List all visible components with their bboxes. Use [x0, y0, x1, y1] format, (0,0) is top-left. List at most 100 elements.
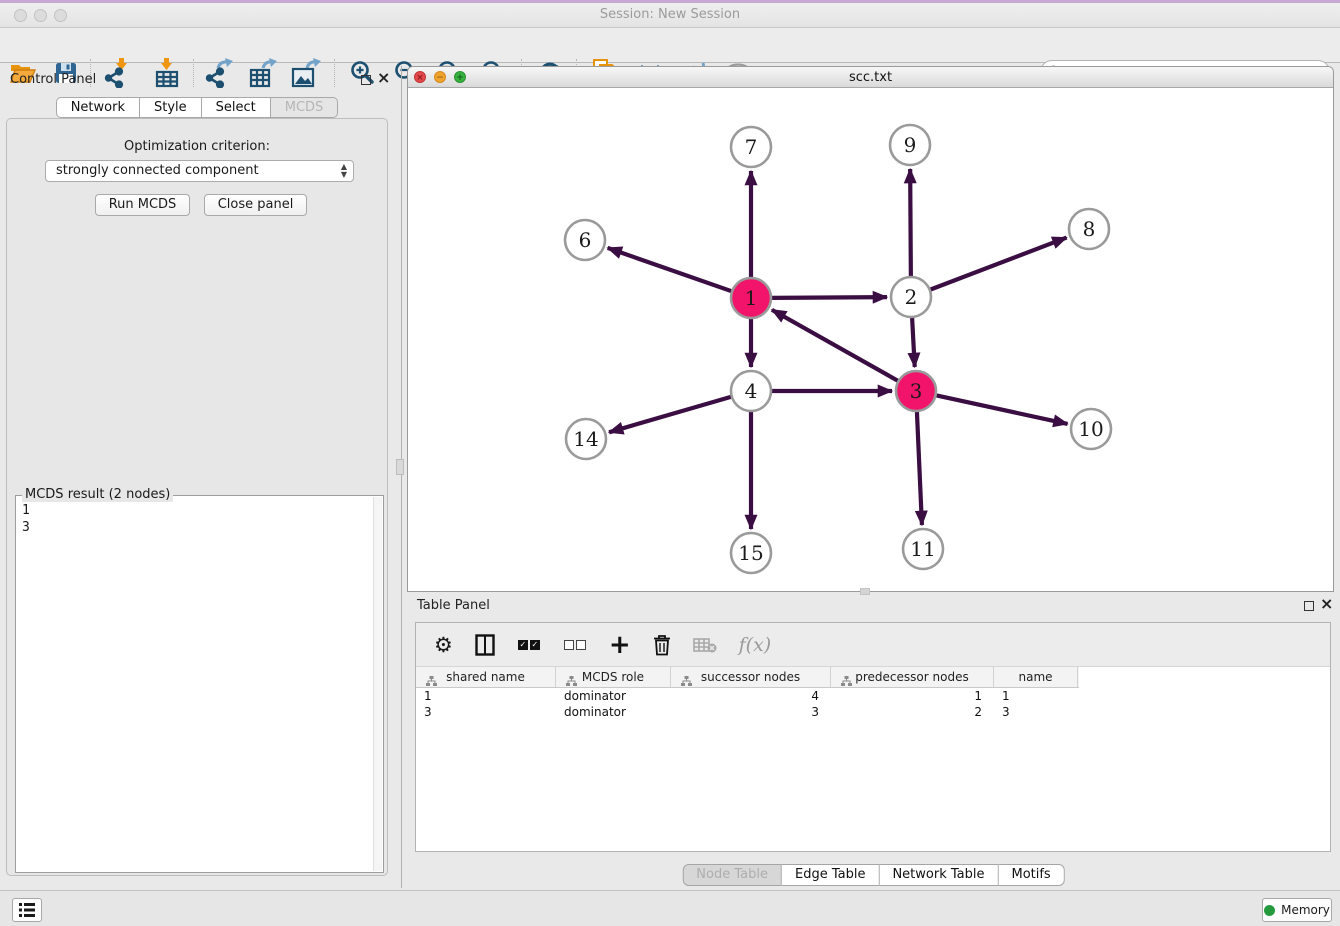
table-cell[interactable]: 1: [994, 688, 1078, 704]
graph-node-11[interactable]: 11: [903, 529, 943, 569]
graph-node-7[interactable]: 7: [731, 127, 771, 167]
node-label: 3: [910, 379, 923, 403]
table-row[interactable]: 3dominator323: [416, 704, 1079, 720]
column-header-name[interactable]: name: [994, 667, 1078, 687]
table-cell[interactable]: 2: [831, 704, 994, 720]
show-panels-button[interactable]: [12, 898, 42, 922]
add-column-button[interactable]: +: [609, 630, 631, 660]
panel-divider: [401, 66, 402, 888]
node-label: 6: [579, 228, 592, 252]
tab-network-table[interactable]: Network Table: [879, 864, 998, 886]
tab-style[interactable]: Style: [140, 97, 202, 118]
graph-node-14[interactable]: 14: [566, 419, 606, 459]
table-cell[interactable]: 1: [831, 688, 994, 704]
network-canvas[interactable]: 1 2 3 4 6 7 8 9 10 11 14 15: [408, 88, 1333, 591]
tab-network[interactable]: Network: [56, 97, 140, 118]
edge-1-2[interactable]: [772, 297, 887, 298]
network-window-titlebar[interactable]: × − + scc.txt: [408, 67, 1333, 88]
tab-mcds[interactable]: MCDS: [271, 97, 339, 118]
table-toolbar: ⚙ ✓✓ +: [416, 623, 1330, 667]
mcds-result-text[interactable]: 13: [16, 498, 372, 871]
mcds-result-line: 3: [22, 519, 372, 536]
vertical-splitter-handle[interactable]: [396, 459, 404, 475]
table-cell[interactable]: 4: [671, 688, 831, 704]
plus-icon: +: [609, 634, 631, 656]
graph-node-1[interactable]: 1: [731, 278, 771, 318]
select-all-rows-button[interactable]: ✓✓: [517, 630, 541, 660]
close-panel-button[interactable]: Close panel: [204, 194, 307, 216]
table-cell[interactable]: dominator: [556, 688, 671, 704]
application-window: Session: New Session: [0, 0, 1340, 926]
main-toolbar: [0, 28, 1340, 63]
column-header-successor-nodes[interactable]: successor nodes: [671, 667, 831, 687]
mcds-result-line: 1: [22, 502, 372, 519]
close-panel-icon[interactable]: ×: [377, 70, 390, 86]
table-cell[interactable]: 1: [416, 688, 556, 704]
dropdown-stepper-icon: ▲▼: [341, 163, 347, 179]
column-header-mcds-role[interactable]: MCDS role: [556, 667, 671, 687]
table-row[interactable]: 1dominator411: [416, 688, 1079, 704]
node-label: 4: [745, 379, 758, 403]
node-label: 14: [573, 427, 598, 451]
table-cell[interactable]: 3: [671, 704, 831, 720]
graph-node-3[interactable]: 3: [896, 371, 936, 411]
list-icon: [18, 902, 36, 918]
graph-node-8[interactable]: 8: [1069, 209, 1109, 249]
table-cell[interactable]: dominator: [556, 704, 671, 720]
tab-select[interactable]: Select: [202, 97, 271, 118]
graph-node-2[interactable]: 2: [891, 277, 931, 317]
optimization-criterion-label: Optimization criterion:: [7, 139, 387, 154]
memory-button[interactable]: Memory: [1262, 898, 1332, 922]
window-title: Session: New Session: [0, 7, 1340, 22]
column-header-predecessor-nodes[interactable]: predecessor nodes: [831, 667, 994, 687]
edge-2-9[interactable]: [910, 169, 911, 276]
tab-edge-table[interactable]: Edge Table: [782, 864, 879, 886]
table-header-row: shared nameMCDS rolesuccessor nodesprede…: [416, 667, 1079, 688]
title-bar: Session: New Session: [0, 0, 1340, 28]
function-builder-button[interactable]: f(x): [739, 630, 772, 660]
float-panel-icon[interactable]: [361, 75, 371, 85]
graph-node-15[interactable]: 15: [731, 533, 771, 573]
edge-4-14[interactable]: [609, 397, 731, 432]
window-accent-strip: [0, 0, 1340, 3]
node-label: 1: [745, 286, 758, 310]
delete-table-button[interactable]: [693, 630, 717, 660]
tab-node-table[interactable]: Node Table: [682, 864, 782, 886]
gear-icon: ⚙: [434, 634, 453, 656]
control-panel-tabs: NetworkStyleSelectMCDS: [0, 97, 394, 118]
edge-2-8[interactable]: [931, 238, 1067, 290]
graph-node-9[interactable]: 9: [890, 125, 930, 165]
node-label: 7: [745, 135, 758, 159]
node-table: shared nameMCDS rolesuccessor nodesprede…: [416, 667, 1079, 720]
tab-motifs[interactable]: Motifs: [998, 864, 1064, 886]
network-view-title: scc.txt: [408, 70, 1333, 85]
node-label: 10: [1078, 417, 1103, 441]
deselect-all-rows-button[interactable]: [563, 630, 587, 660]
graph-node-4[interactable]: 4: [731, 371, 771, 411]
control-panel: Control Panel × NetworkStyleSelectMCDS O…: [0, 66, 394, 888]
float-table-panel-icon[interactable]: [1304, 601, 1314, 611]
result-scrollbar[interactable]: [373, 497, 382, 871]
edge-1-6[interactable]: [608, 248, 732, 291]
column-settings-button[interactable]: ⚙: [434, 630, 453, 660]
close-table-panel-icon[interactable]: ×: [1320, 596, 1333, 612]
column-selector-button[interactable]: [475, 630, 495, 660]
edge-3-11[interactable]: [917, 412, 922, 525]
table-cell[interactable]: 3: [416, 704, 556, 720]
edge-2-3[interactable]: [912, 318, 915, 367]
edge-3-1[interactable]: [772, 310, 898, 381]
columns-icon: [475, 634, 495, 656]
graph-node-6[interactable]: 6: [565, 220, 605, 260]
checked-box-icon: ✓: [518, 640, 528, 650]
table-cell[interactable]: 3: [994, 704, 1078, 720]
edge-3-10[interactable]: [937, 395, 1068, 423]
node-label: 15: [738, 541, 763, 565]
table-panel: Table Panel × ⚙ ✓✓ +: [407, 592, 1340, 888]
criterion-dropdown[interactable]: strongly connected component ▲▼: [45, 160, 354, 182]
node-label: 8: [1083, 217, 1096, 241]
graph-node-10[interactable]: 10: [1071, 409, 1111, 449]
run-mcds-button[interactable]: Run MCDS: [95, 194, 190, 216]
mcds-tab-content: Optimization criterion: strongly connect…: [6, 118, 388, 876]
delete-columns-button[interactable]: [653, 630, 671, 660]
column-header-shared-name[interactable]: shared name: [416, 667, 556, 687]
